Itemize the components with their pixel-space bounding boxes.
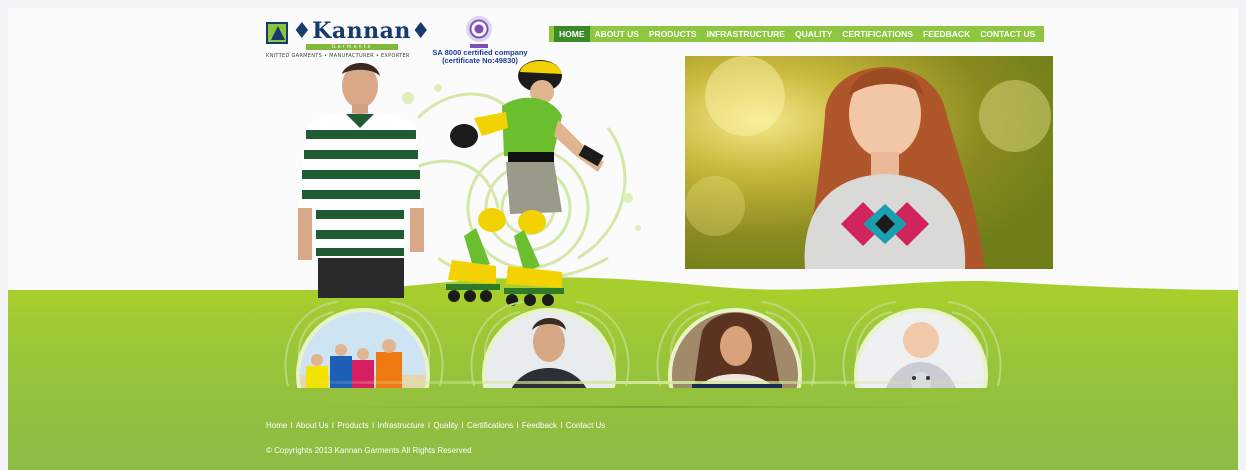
category-circle-men[interactable] (464, 296, 636, 388)
nav-quality[interactable]: QUALITY (790, 26, 837, 42)
copyright-text: © Copyrights 2013 Kannan Garments All Ri… (266, 446, 472, 455)
footer-link-products[interactable]: Products (337, 421, 369, 430)
category-circle-kids[interactable] (836, 296, 1008, 388)
woman-model-image (685, 56, 1051, 269)
footer-link-feedback[interactable]: Feedback (522, 421, 557, 430)
footer-links: Home I About Us I Products I Infrastruct… (266, 419, 636, 432)
family-image (296, 308, 430, 388)
footer-separator: I (290, 421, 293, 430)
man-model-image (298, 63, 424, 298)
men-image (482, 308, 616, 388)
nav-products[interactable]: PRODUCTS (644, 26, 702, 42)
footer-link-contact-us[interactable]: Contact Us (566, 421, 606, 430)
nav-feedback[interactable]: FEEDBACK (918, 26, 975, 42)
nav-about-us[interactable]: ABOUT US (590, 26, 644, 42)
footer-link-about-us[interactable]: About Us (296, 421, 329, 430)
footer-separator: I (331, 421, 334, 430)
footer-separator: I (372, 421, 375, 430)
footer-link-quality[interactable]: Quality (433, 421, 458, 430)
page: ♦Kannan♦ Garments KNITTED GARMENTS • MAN… (8, 8, 1238, 470)
main-nav: HOME ABOUT US PRODUCTS INFRASTRUCTURE QU… (549, 26, 1045, 42)
nav-certifications[interactable]: CERTIFICATIONS (837, 26, 918, 42)
logo-mark-icon (266, 22, 288, 44)
sa8000-seal-icon (466, 16, 492, 42)
kids-image (854, 308, 988, 388)
circles-divider (282, 381, 1018, 384)
footer-separator: I (516, 421, 519, 430)
skater-kid-image (446, 60, 604, 306)
footer-link-certifications[interactable]: Certifications (467, 421, 513, 430)
category-circle-women[interactable] (650, 296, 822, 388)
footer-divider (318, 406, 968, 408)
women-image (668, 308, 802, 388)
nav-contact-us[interactable]: CONTACT US (975, 26, 1040, 42)
nav-infrastructure[interactable]: INFRASTRUCTURE (702, 26, 790, 42)
footer-separator: I (560, 421, 563, 430)
footer-separator: I (461, 421, 464, 430)
footer-separator: I (427, 421, 431, 430)
brand-logo[interactable]: ♦Kannan♦ Garments KNITTED GARMENTS • MAN… (266, 18, 431, 60)
brand-subtitle: Garments (306, 44, 398, 50)
brand-name: ♦Kannan♦ (292, 18, 432, 44)
hero-photo-woman (685, 56, 1053, 269)
nav-home[interactable]: HOME (554, 26, 590, 42)
category-circle-family[interactable] (278, 296, 450, 388)
footer-link-infrastructure[interactable]: Infrastructure (377, 421, 424, 430)
footer-link-home[interactable]: Home (266, 421, 287, 430)
